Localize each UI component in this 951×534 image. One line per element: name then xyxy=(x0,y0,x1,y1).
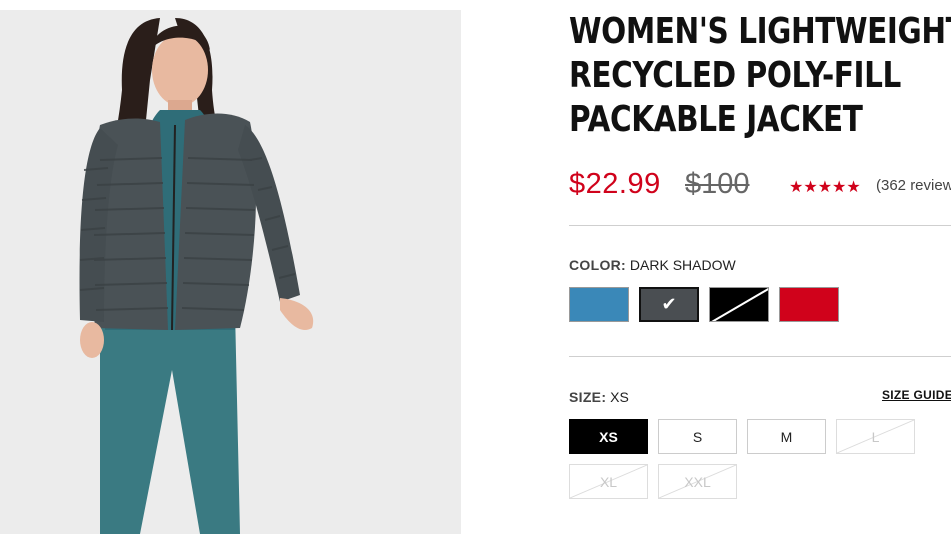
size-label-key: SIZE: xyxy=(569,389,607,405)
size-option-l[interactable]: L xyxy=(836,419,915,454)
size-option-xs[interactable]: XS xyxy=(569,419,648,454)
size-guide-link[interactable]: SIZE GUIDE xyxy=(882,388,951,402)
size-option-label: XS xyxy=(599,428,618,445)
star-icon: ★ xyxy=(803,179,818,196)
divider xyxy=(569,225,951,226)
sale-price: $22.99 xyxy=(569,168,661,200)
selected-size-value: XS xyxy=(610,389,629,405)
size-option-label: XXL xyxy=(684,473,711,490)
product-page: WOMEN'S LIGHTWEIGHT RECYCLED POLY-FILL P… xyxy=(0,0,951,534)
star-icon: ★ xyxy=(846,179,861,196)
color-label: COLOR: DARK SHADOW xyxy=(569,257,736,273)
selected-color-name: DARK SHADOW xyxy=(629,257,736,273)
product-info: WOMEN'S LIGHTWEIGHT RECYCLED POLY-FILL P… xyxy=(569,0,951,534)
checkmark-icon: ✔ xyxy=(661,294,677,315)
title-line: PACKABLE JACKET xyxy=(569,99,863,140)
product-title: WOMEN'S LIGHTWEIGHT RECYCLED POLY-FILL P… xyxy=(569,10,951,142)
size-option-xl[interactable]: XL xyxy=(569,464,648,499)
size-label: SIZE: XS xyxy=(569,389,629,405)
size-option-xxl[interactable]: XXL xyxy=(658,464,737,499)
price-row: $22.99 $100 ★★★★★ (362 reviews) xyxy=(569,168,951,208)
title-line: WOMEN'S LIGHTWEIGHT xyxy=(569,11,951,52)
size-option-label: L xyxy=(871,428,880,445)
reviews-link[interactable]: (362 reviews) xyxy=(876,177,951,194)
color-swatch-black[interactable] xyxy=(709,287,769,322)
size-option-s[interactable]: S xyxy=(658,419,737,454)
color-swatch-red[interactable] xyxy=(779,287,839,322)
size-option-label: S xyxy=(692,428,703,445)
unavailable-slash-icon xyxy=(711,288,768,321)
divider xyxy=(569,356,951,357)
size-option-label: M xyxy=(780,428,793,445)
color-swatches: ✔ xyxy=(569,287,951,323)
product-image[interactable] xyxy=(0,10,461,534)
color-swatch-dark-shadow[interactable]: ✔ xyxy=(639,287,699,322)
star-icon: ★ xyxy=(832,179,847,196)
size-option-label: XL xyxy=(599,473,618,490)
color-swatch-teal[interactable] xyxy=(569,287,629,322)
size-option-m[interactable]: M xyxy=(747,419,826,454)
color-label-key: COLOR: xyxy=(569,257,627,273)
star-rating[interactable]: ★★★★★ xyxy=(789,177,861,197)
star-icon: ★ xyxy=(817,179,833,196)
model-photo xyxy=(79,18,314,534)
title-line: RECYCLED POLY-FILL xyxy=(569,55,901,96)
star-icon: ★ xyxy=(789,179,804,196)
original-price: $100 xyxy=(685,168,750,200)
